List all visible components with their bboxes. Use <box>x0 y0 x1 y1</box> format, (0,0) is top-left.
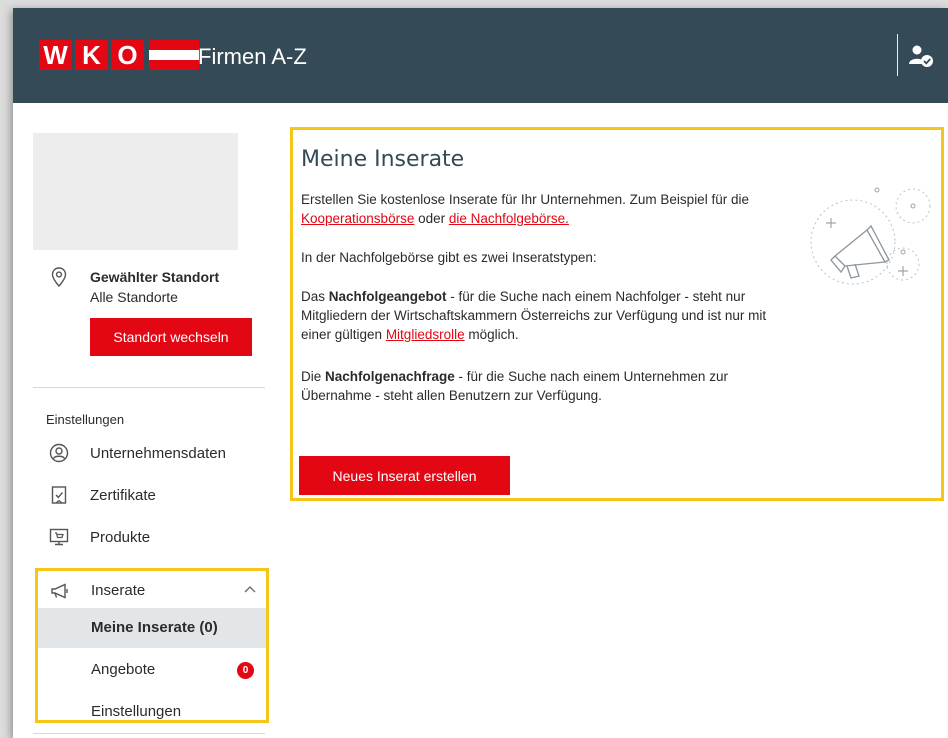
user-check-icon[interactable] <box>908 44 934 68</box>
location-value: Alle Standorte <box>90 289 178 305</box>
app-title[interactable]: Firmen A-Z <box>198 44 307 70</box>
sidebar-item-unternehmensdaten[interactable]: Unternehmensdaten <box>33 433 265 473</box>
sidebar-subitem-label: Einstellungen <box>91 703 182 720</box>
sidebar-subitem-label: Meine Inserate (0) <box>91 619 218 636</box>
new-listing-button[interactable]: Neues Inserat erstellen <box>299 456 510 495</box>
certificate-icon <box>51 486 67 504</box>
sidebar-item-produkte[interactable]: Produkte <box>33 517 265 557</box>
sidebar-item-label: Unternehmensdaten <box>90 444 226 462</box>
chevron-up-icon[interactable] <box>244 585 256 593</box>
mitgliedsrolle-link[interactable]: Mitgliedsrolle <box>386 327 465 342</box>
user-circle-icon <box>49 443 69 463</box>
product-cart-icon <box>49 528 69 546</box>
austria-flag-icon <box>149 40 199 70</box>
sidebar: Gewählter Standort Alle Standorte Stando… <box>33 133 268 385</box>
app-window: W K O Firmen A-Z Gewählter Standort Alle… <box>13 8 948 738</box>
change-location-button[interactable]: Standort wechseln <box>90 318 252 356</box>
sidebar-item-label: Inserate <box>91 582 146 599</box>
para4-pre: Die <box>301 369 326 384</box>
location-title: Gewählter Standort <box>90 269 220 285</box>
intro-paragraph: Erstellen Sie kostenlose Inserate für Ih… <box>301 190 791 228</box>
intro-text: Erstellen Sie kostenlose Inserate für Ih… <box>301 192 749 207</box>
sidebar-item-label: Produkte <box>90 528 151 546</box>
settings-heading: Einstellungen <box>46 412 125 427</box>
sidebar-divider <box>33 387 265 388</box>
map-pin-icon <box>51 267 67 287</box>
sidebar-item-inserate[interactable]: Inserate <box>38 571 266 611</box>
angebote-count-badge: 0 <box>237 662 254 679</box>
megaphone-icon <box>51 583 68 599</box>
logo-letter-k: K <box>75 40 108 70</box>
sidebar-subitem-label: Angebote <box>91 661 156 678</box>
logo-letter-o: O <box>111 40 144 70</box>
logo-letter-w: W <box>39 40 72 70</box>
location-section: Gewählter Standort Alle Standorte Stando… <box>33 265 268 385</box>
company-image-placeholder <box>33 133 238 250</box>
sidebar-subitem-angebote[interactable]: Angebote 0 <box>38 650 266 690</box>
types-paragraph: In der Nachfolgebörse gibt es zwei Inser… <box>301 250 597 265</box>
megaphone-illustration-icon <box>810 187 931 285</box>
nachfolgeangebot-paragraph: Das Nachfolgeangebot - für die Suche nac… <box>301 287 771 344</box>
page-title: Meine Inserate <box>301 147 465 172</box>
sidebar-divider-bottom <box>33 733 265 734</box>
inserate-nav-group: Inserate Meine Inserate (0) Angebote 0 E… <box>35 568 269 723</box>
sidebar-subitem-einstellungen[interactable]: Einstellungen <box>38 692 266 720</box>
header-divider <box>897 34 898 76</box>
nachfolgeboerse-link[interactable]: die Nachfolgebörse. <box>449 211 569 226</box>
top-header: W K O Firmen A-Z <box>13 8 948 103</box>
nachfolgenachfrage-term: Nachfolgenachfrage <box>325 369 455 384</box>
intro-text-mid: oder <box>414 211 449 226</box>
para3-post: möglich. <box>464 327 519 342</box>
meine-inserate-panel: Meine Inserate Erstellen Sie kostenlose … <box>290 127 944 501</box>
nachfolgeangebot-term: Nachfolgeangebot <box>328 289 447 304</box>
nachfolgenachfrage-paragraph: Die Nachfolgenachfrage - für die Suche n… <box>301 367 741 405</box>
sidebar-item-zertifikate[interactable]: Zertifikate <box>33 475 265 515</box>
wko-logo[interactable]: W K O <box>39 40 199 70</box>
kooperationsboerse-link[interactable]: Kooperationsbörse <box>301 211 414 226</box>
sidebar-item-label: Zertifikate <box>90 486 156 504</box>
sidebar-subitem-meine-inserate[interactable]: Meine Inserate (0) <box>38 608 266 648</box>
para3-pre: Das <box>301 289 329 304</box>
